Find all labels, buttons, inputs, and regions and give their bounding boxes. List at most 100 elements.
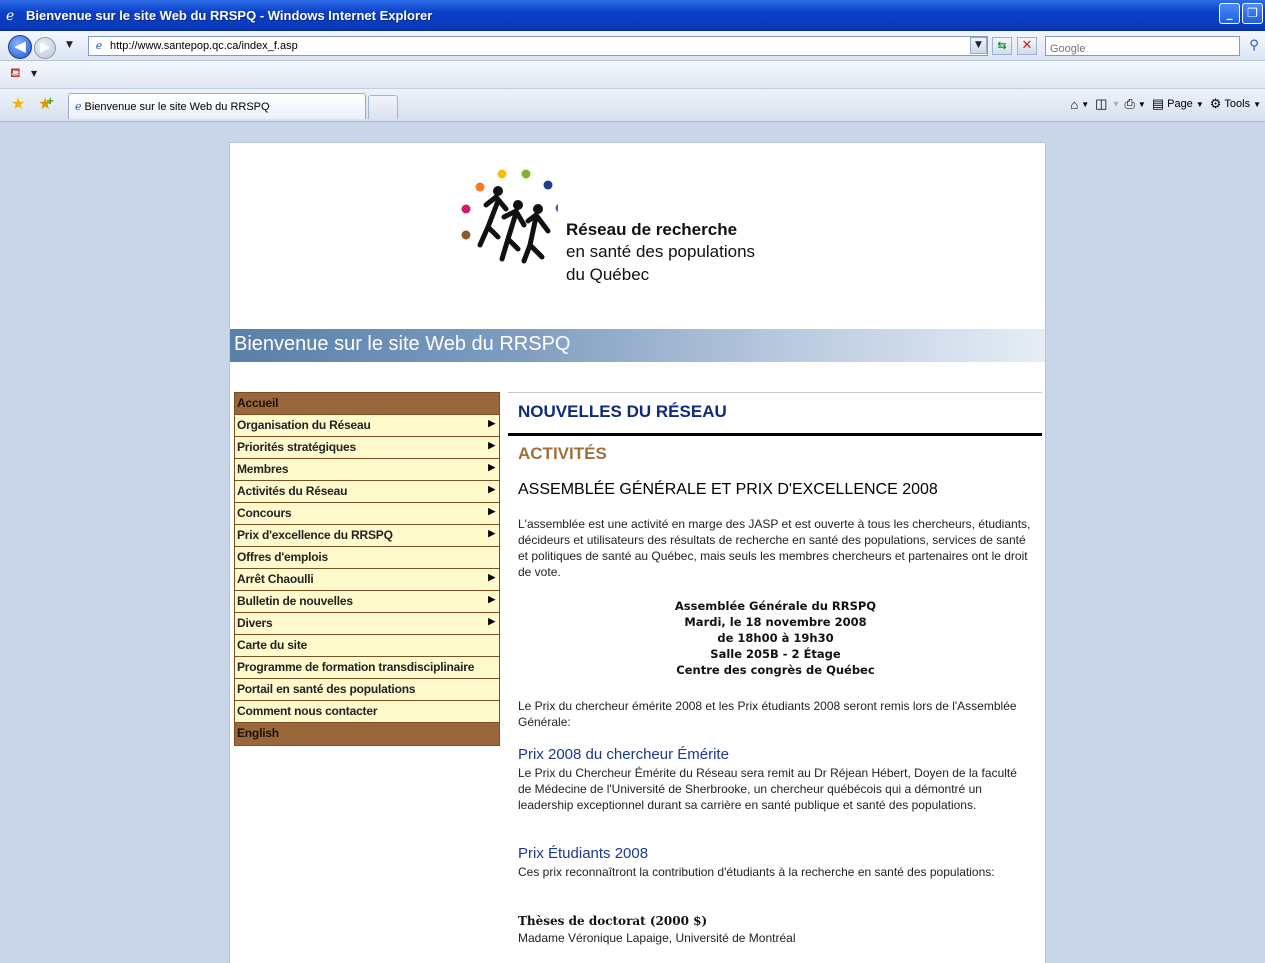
welcome-banner: Bienvenue sur le site Web du RRSPQ xyxy=(230,329,1045,362)
arrow-right-icon: ▶ xyxy=(488,528,495,538)
arrow-right-icon: ▶ xyxy=(488,418,495,428)
back-button[interactable]: ◀ xyxy=(8,35,32,59)
nav-item-activites[interactable]: Activités du Réseau ▶ xyxy=(235,481,499,503)
nav-item-programme-formation[interactable]: Programme de formation transdisciplinair… xyxy=(235,657,499,679)
nav-item-membres[interactable]: Membres ▶ xyxy=(235,459,499,481)
prize-students-text: Ces prix reconnaîtront la contribution d… xyxy=(518,865,995,879)
assembly-line: Salle 205B - 2 Étage xyxy=(710,647,841,661)
banner-text: Bienvenue sur le site Web du RRSPQ xyxy=(234,333,571,355)
nav-item-contact[interactable]: Comment nous contacter xyxy=(235,701,499,723)
logo-dot xyxy=(521,169,531,179)
print-button[interactable]: ⎙ ▼ xyxy=(1124,96,1145,112)
feeds-icon: ◫ xyxy=(1095,96,1108,111)
nav-item-priorites[interactable]: Priorités stratégiques ▶ xyxy=(235,437,499,459)
section-title: ASSEMBLÉE GÉNÉRALE ET PRIX D'EXCELLENCE … xyxy=(518,481,938,498)
prize-emeritus-text: Le Prix du Chercheur Émérite du Réseau s… xyxy=(518,766,1017,812)
thesis-winner: Madame Véronique Lapaige, Université de … xyxy=(518,931,796,945)
arrow-right-icon: ▶ xyxy=(488,440,495,450)
logo-figure-head xyxy=(513,200,523,210)
window-titlebar: ℯ Bienvenue sur le site Web du RRSPQ - W… xyxy=(0,0,1265,31)
divider xyxy=(508,433,1042,436)
search-icon[interactable]: ⚲ xyxy=(1244,36,1264,56)
tab-bar: ★ ★ ℯ Bienvenue sur le site Web du RRSPQ… xyxy=(0,89,1265,122)
url-text[interactable]: http://www.santepop.qc.ca/index_f.asp xyxy=(110,40,298,52)
new-tab-button[interactable] xyxy=(368,95,398,119)
site-header: Réseau de recherche en santé des populat… xyxy=(230,143,1045,329)
nav-item-divers[interactable]: Divers ▶ xyxy=(235,613,499,635)
restore-button[interactable]: ❐ xyxy=(1242,3,1263,24)
web-page: Réseau de recherche en santé des populat… xyxy=(229,142,1046,963)
tab-current[interactable]: ℯ Bienvenue sur le site Web du RRSPQ xyxy=(68,93,366,119)
nav-item-english[interactable]: English xyxy=(235,723,499,745)
logo-dot xyxy=(497,169,507,179)
command-bar: ⌂ ▼ ◫ ▾ ⎙ ▼ ▤ Page ▼ ⚙ Tools ▼ xyxy=(1070,96,1261,112)
tools-menu-button[interactable]: ⚙ Tools ▼ xyxy=(1210,96,1261,112)
tab-label: Bienvenue sur le site Web du RRSPQ xyxy=(84,100,270,113)
assembly-details: Assemblée Générale du RRSPQ Mardi, le 18… xyxy=(518,598,1033,678)
logo-title: Réseau de recherche xyxy=(566,220,738,239)
address-dropdown-button[interactable]: ▼ xyxy=(970,37,987,54)
arrow-right-icon: ▶ xyxy=(488,616,495,626)
logo-dot xyxy=(555,203,558,213)
page-menu-icon: ▤ xyxy=(1151,96,1165,111)
window-title: Bienvenue sur le site Web du RRSPQ - Win… xyxy=(26,8,433,23)
activities-heading: ACTIVITÉS xyxy=(518,444,607,463)
favorites-star-icon[interactable]: ★ xyxy=(11,96,25,112)
page-icon: ℯ xyxy=(75,100,82,113)
logo-subtitle-line: en santé des populations xyxy=(566,242,756,261)
page-menu-button[interactable]: ▤ Page ▼ xyxy=(1152,96,1204,112)
nav-item-bulletin[interactable]: Bulletin de nouvelles ▶ xyxy=(235,591,499,613)
rrspq-logo[interactable] xyxy=(458,165,558,275)
nav-item-carte-site[interactable]: Carte du site xyxy=(235,635,499,657)
address-field[interactable]: ℯ http://www.santepop.qc.ca/index_f.asp xyxy=(88,36,988,56)
address-toolbar: ◀ ▶ ▼ ℯ http://www.santepop.qc.ca/index_… xyxy=(0,31,1265,61)
ie-logo-icon: ℯ xyxy=(6,7,15,24)
add-favorites-icon[interactable]: ★ xyxy=(38,94,55,112)
nav-item-portail[interactable]: Portail en santé des populations xyxy=(235,679,499,701)
arrow-right-icon: ▶ xyxy=(488,572,495,582)
stop-button[interactable]: ✕ xyxy=(1017,37,1037,55)
nav-item-prix-excellence[interactable]: Prix d'excellence du RRSPQ ▶ xyxy=(235,525,499,547)
feeds-button[interactable]: ◫ xyxy=(1095,96,1107,112)
divider xyxy=(508,392,1042,393)
nav-item-offres-emplois[interactable]: Offres d'emplois xyxy=(235,547,499,569)
page-icon: ℯ xyxy=(95,39,103,52)
prizes-intro-paragraph: Le Prix du chercheur émérite 2008 et les… xyxy=(518,699,1017,729)
assembly-line: Mardi, le 18 novembre 2008 xyxy=(684,615,867,629)
logo-figure xyxy=(499,207,527,262)
logo-dot xyxy=(475,182,485,192)
intro-paragraph: L'assemblée est une activité en marge de… xyxy=(518,517,1031,579)
home-button[interactable]: ⌂ ▼ xyxy=(1070,97,1089,112)
arrow-right-icon: ▶ xyxy=(488,594,495,604)
nav-item-arret-chaoulli[interactable]: Arrêt Chaoulli ▶ xyxy=(235,569,499,591)
nav-item-accueil[interactable]: Accueil xyxy=(235,393,499,415)
nav-item-concours[interactable]: Concours ▶ xyxy=(235,503,499,525)
tools-menu-label: Tools xyxy=(1224,98,1251,110)
nav-item-organisation[interactable]: Organisation du Réseau ▶ xyxy=(235,415,499,437)
logo-dot xyxy=(461,204,471,214)
translate-dropdown[interactable]: ▼ xyxy=(31,69,37,78)
toolbar-row: ⛾ ▼ xyxy=(0,61,1265,89)
prize-emeritus-title: Prix 2008 du chercheur Émérite xyxy=(518,746,729,763)
logo-figure xyxy=(477,193,509,248)
recent-pages-dropdown[interactable]: ▼ xyxy=(66,40,73,50)
search-field[interactable] xyxy=(1045,36,1240,58)
prize-students-title: Prix Étudiants 2008 xyxy=(518,845,649,862)
logo-dot xyxy=(461,230,471,240)
gear-icon: ⚙ xyxy=(1209,96,1222,111)
logo-dot xyxy=(543,180,553,190)
news-heading: NOUVELLES DU RÉSEAU xyxy=(518,402,727,421)
minimize-button[interactable]: _ xyxy=(1219,3,1240,24)
search-input[interactable] xyxy=(1046,40,1239,58)
logo-figure-head xyxy=(493,186,503,196)
arrow-right-icon: ▶ xyxy=(488,462,495,472)
refresh-button[interactable]: ⇆ xyxy=(992,37,1012,55)
logo-figure xyxy=(521,211,551,264)
logo-subtitle-line: du Québec xyxy=(566,265,650,284)
assembly-line: Centre des congrès de Québec xyxy=(676,663,875,677)
translate-icon[interactable]: ⛾ xyxy=(10,67,26,81)
assembly-line: Assemblée Générale du RRSPQ xyxy=(674,599,877,613)
forward-button[interactable]: ▶ xyxy=(34,37,56,59)
print-icon: ⎙ xyxy=(1124,96,1135,111)
thesis-category: Thèses de doctorat (2000 $) xyxy=(518,914,708,928)
